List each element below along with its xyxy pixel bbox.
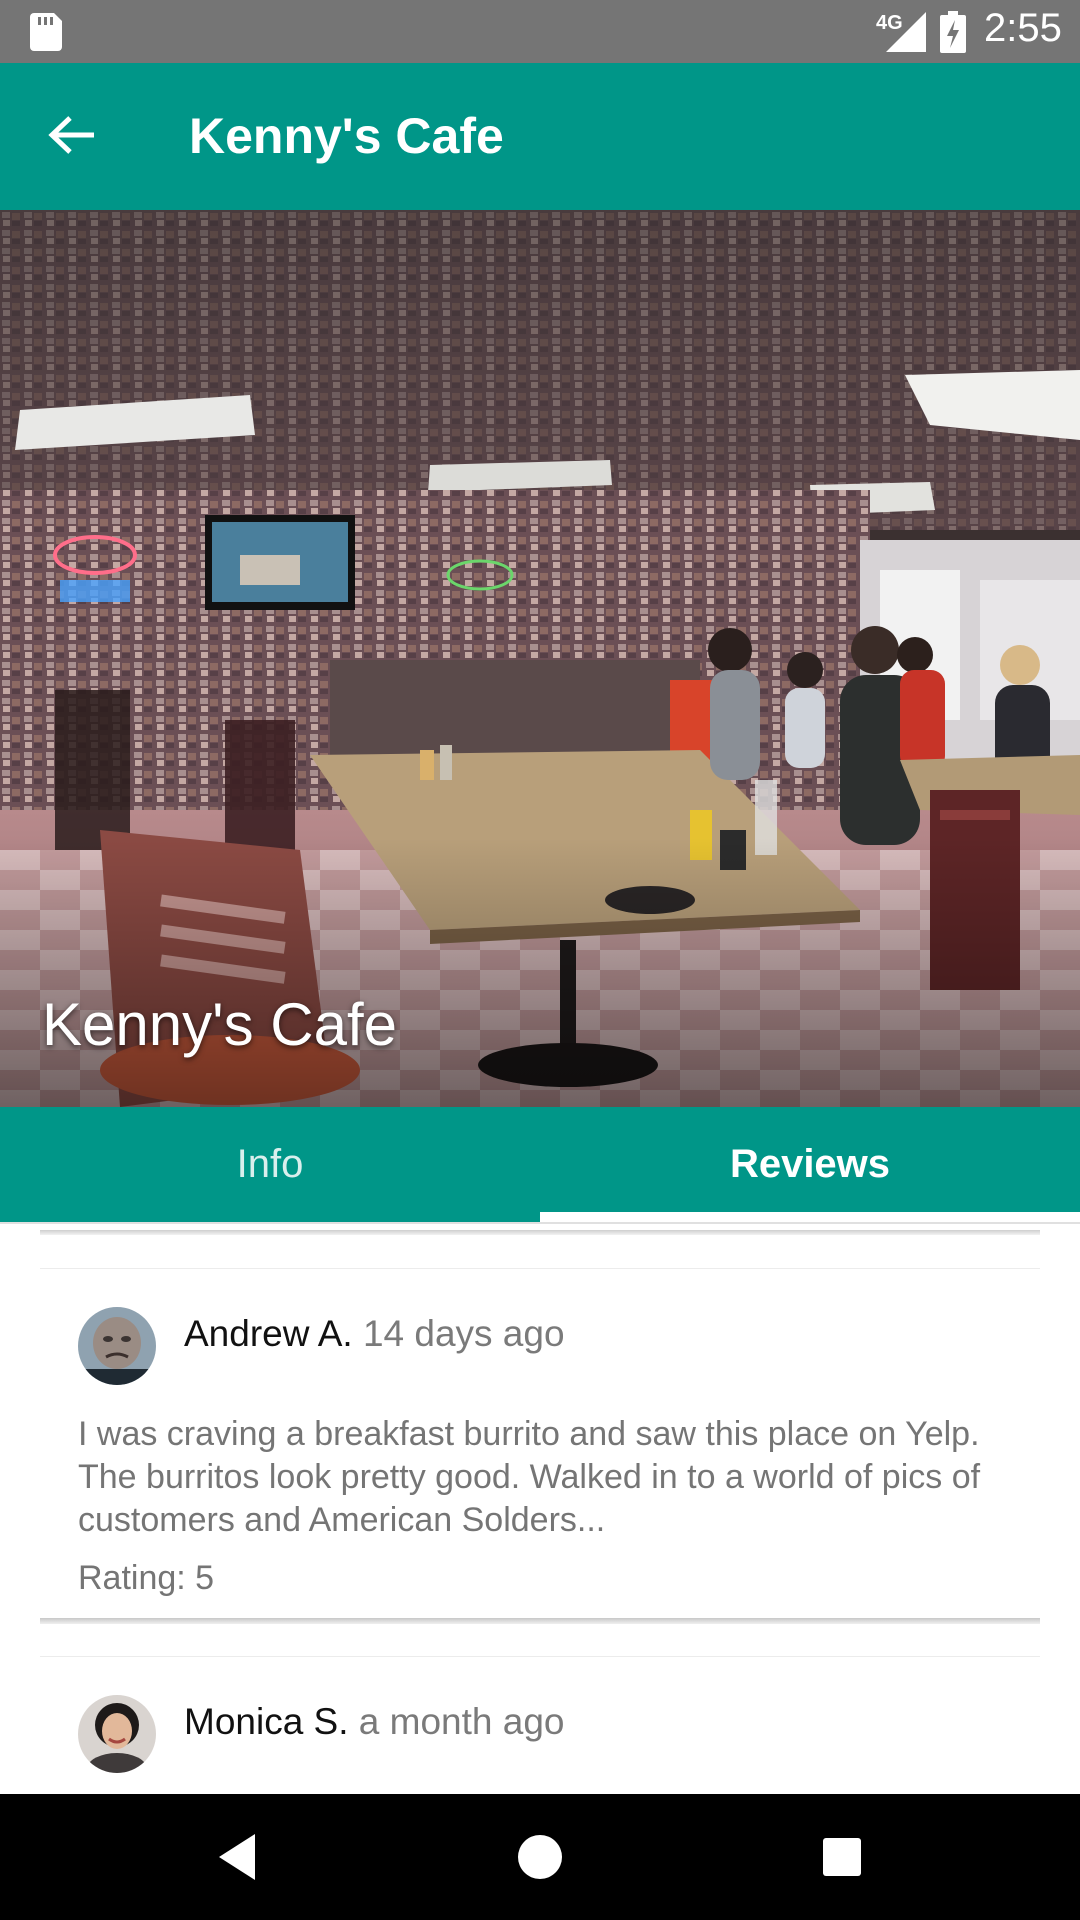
cafe-interior-image [0, 210, 1080, 1107]
tab-selected-indicator [540, 1212, 1080, 1222]
system-nav-bar [0, 1794, 1080, 1920]
restaurant-photo: Kenny's Cafe [0, 210, 1080, 1107]
avatar [78, 1695, 156, 1773]
sd-card-icon [30, 13, 62, 51]
review-rating: Rating: 5 [78, 1559, 215, 1597]
review-header: Monica S. a month ago [184, 1701, 565, 1743]
review-header: Andrew A. 14 days ago [184, 1313, 565, 1355]
signal-icon [886, 12, 926, 52]
tab-reviews[interactable]: Reviews [540, 1107, 1080, 1222]
tab-info[interactable]: Info [0, 1107, 540, 1222]
hero-title: Kenny's Cafe [42, 991, 397, 1058]
app-bar: Kenny's Cafe [0, 63, 1080, 210]
page-title: Kenny's Cafe [189, 108, 504, 164]
reviewer-name: Andrew A. [184, 1313, 353, 1354]
nav-recents-icon[interactable] [809, 1824, 875, 1890]
back-button[interactable] [30, 101, 116, 173]
review-card[interactable]: Monica S. a month ago [40, 1656, 1040, 1794]
tab-bar: Info Reviews [0, 1107, 1080, 1222]
nav-home-icon[interactable] [507, 1824, 573, 1890]
clock: 2:55 [984, 6, 1062, 50]
card-divider [40, 1230, 1040, 1235]
reviewer-photo [78, 1695, 156, 1773]
review-card[interactable]: Andrew A. 14 days ago I was craving a br… [40, 1268, 1040, 1619]
review-date: 14 days ago [362, 1313, 565, 1354]
reviews-list[interactable]: Andrew A. 14 days ago I was craving a br… [0, 1224, 1080, 1794]
nav-back-icon[interactable] [207, 1824, 273, 1890]
arrow-left-icon [48, 116, 94, 154]
avatar [78, 1307, 156, 1385]
reviewer-photo [78, 1307, 156, 1385]
card-divider [40, 1618, 1040, 1624]
tab-reviews-label: Reviews [729, 1142, 891, 1186]
reviewer-name: Monica S. [184, 1701, 349, 1742]
tab-info-label: Info [236, 1142, 304, 1186]
review-date: a month ago [358, 1701, 565, 1742]
status-bar: 4G 2:55 [0, 0, 1080, 63]
battery-charging-icon [940, 11, 966, 53]
review-text: I was craving a breakfast burrito and sa… [78, 1415, 981, 1539]
